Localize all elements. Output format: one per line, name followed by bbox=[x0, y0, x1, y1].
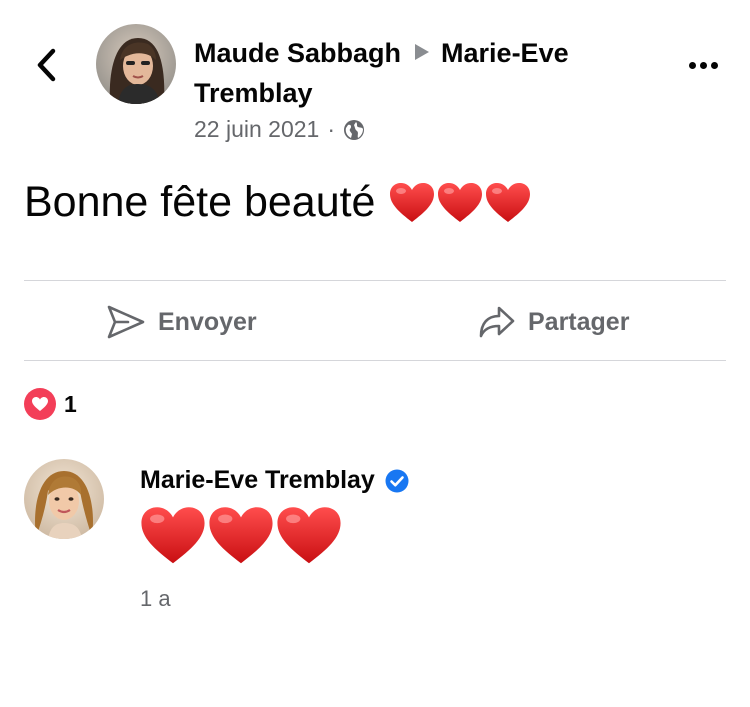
globe-icon bbox=[344, 119, 365, 140]
share-arrow-icon bbox=[479, 306, 515, 338]
post-header-names: Maude Sabbagh Marie-Eve Tremblay bbox=[194, 33, 624, 113]
share-label: Partager bbox=[528, 307, 630, 336]
author-photo bbox=[96, 24, 176, 104]
arrow-right-icon bbox=[415, 44, 430, 60]
share-button[interactable]: Partager bbox=[478, 300, 629, 344]
meta-separator: · bbox=[327, 116, 336, 142]
more-options-button[interactable] bbox=[680, 52, 726, 78]
commenter-avatar[interactable] bbox=[24, 459, 104, 539]
send-label: Envoyer bbox=[158, 307, 257, 336]
more-dots-icon bbox=[688, 61, 696, 69]
heart-emoji-icon bbox=[438, 182, 483, 222]
comment-body bbox=[140, 505, 342, 567]
send-icon bbox=[107, 305, 145, 339]
post-hearts bbox=[389, 182, 531, 224]
comment-timestamp[interactable]: 1 a bbox=[140, 586, 171, 612]
reaction-count: 1 bbox=[64, 390, 77, 417]
heart-emoji-icon bbox=[141, 507, 205, 564]
heart-emoji-icon bbox=[390, 182, 435, 222]
comment-author[interactable]: Marie-Eve Tremblay bbox=[140, 466, 409, 495]
author-avatar[interactable] bbox=[96, 24, 176, 104]
send-button[interactable]: Envoyer bbox=[106, 300, 257, 344]
heart-emoji-icon bbox=[486, 182, 531, 222]
heart-emoji-icon bbox=[277, 507, 341, 564]
divider bbox=[24, 360, 726, 361]
commenter-photo bbox=[24, 459, 104, 539]
post-meta: 22 juin 2021 · bbox=[194, 116, 365, 143]
reaction-summary[interactable]: 1 bbox=[24, 388, 77, 420]
comment-author-name: Marie-Eve Tremblay bbox=[140, 466, 375, 494]
love-reaction-icon bbox=[24, 388, 56, 420]
author-name[interactable]: Maude Sabbagh bbox=[194, 38, 401, 68]
back-button[interactable] bbox=[26, 40, 66, 90]
divider bbox=[24, 280, 726, 281]
chevron-left-icon bbox=[37, 48, 56, 82]
post-date[interactable]: 22 juin 2021 bbox=[194, 116, 319, 143]
verified-badge-icon bbox=[385, 469, 409, 492]
heart-emoji-icon bbox=[209, 507, 273, 564]
post-text: Bonne fête beauté bbox=[24, 178, 376, 226]
post-body: Bonne fête beauté bbox=[24, 178, 531, 227]
